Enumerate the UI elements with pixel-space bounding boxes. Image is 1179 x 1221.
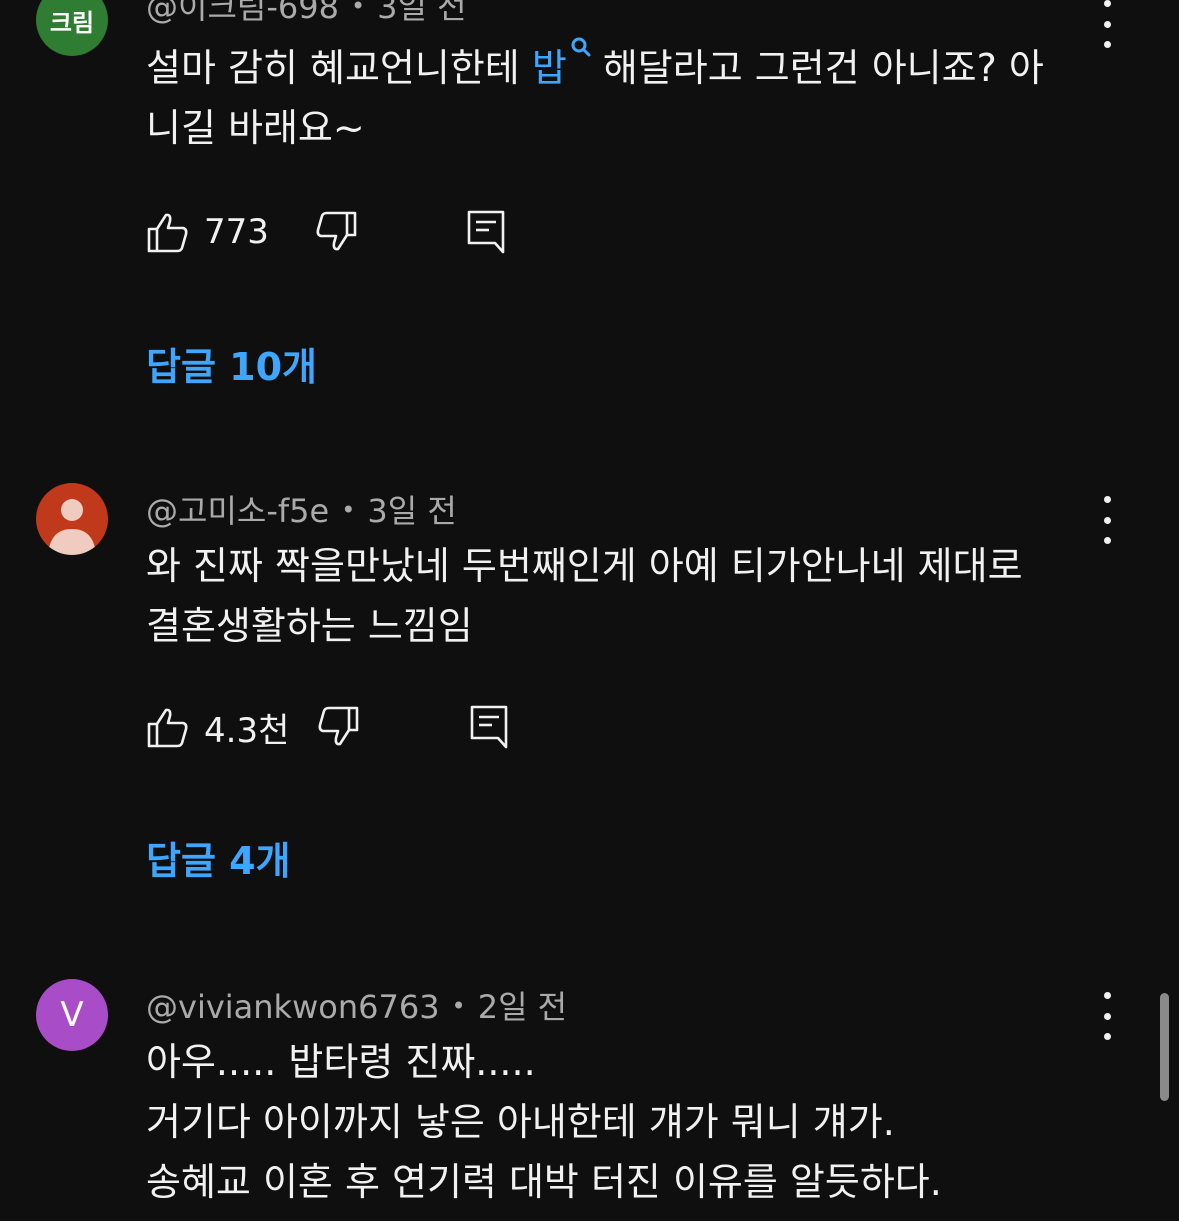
comment-text: 와 진짜 짝을만났네 두번째인게 아예 티가안나네 제대로 결혼생활하는 느낌임 <box>146 536 1086 656</box>
comment-line: 거기다 아이까지 낳은 아내한테 걔가 뭐니 걔가. <box>146 1100 895 1144</box>
like-icon <box>147 708 188 748</box>
like-button[interactable]: 4.3천 <box>146 704 290 751</box>
comment-text-part: 설마 감히 혜교언니한테 <box>146 46 532 90</box>
comment-line: 아우..... 밥타령 진짜..... <box>146 1040 536 1084</box>
more-options-button[interactable] <box>1094 992 1120 1040</box>
comment-text: 설마 감히 혜교언니한테 밥 해달라고 그런건 아니죠? 아 니길 바래요~ <box>146 37 1086 158</box>
dislike-icon <box>316 211 357 251</box>
comment-time[interactable]: 2일 전 <box>478 988 567 1026</box>
reply-button[interactable] <box>469 704 509 750</box>
reply-icon <box>470 705 508 749</box>
comment-line: 와 진짜 짝을만났네 두번째인게 아예 티가안나네 제대로 <box>146 544 1023 588</box>
more-vert-dot <box>1103 1012 1111 1020</box>
reply-icon <box>467 210 505 254</box>
comment-meta: @이크림-698 • 3일 전 <box>146 0 467 28</box>
view-replies-button[interactable]: 답글 4개 <box>146 830 291 885</box>
reply-button[interactable] <box>466 209 506 255</box>
more-options-button[interactable] <box>1094 496 1120 544</box>
dislike-button[interactable] <box>314 209 358 255</box>
more-vert-dot <box>1103 20 1111 28</box>
search-icon <box>571 37 591 57</box>
default-avatar-icon <box>48 499 96 555</box>
comment-line: 송혜교 이혼 후 연기력 대박 터진 이유를 알듯하다. <box>146 1160 942 1204</box>
comment-line: 결혼생활하는 느낌임 <box>146 604 473 648</box>
like-count: 773 <box>204 212 269 252</box>
scrollbar-thumb[interactable] <box>1160 993 1169 1101</box>
author-name[interactable]: @이크림-698 <box>146 0 339 26</box>
more-vert-icon <box>1103 496 1111 503</box>
like-count: 4.3천 <box>204 710 290 751</box>
comment-line: 니길 바래요~ <box>146 106 365 150</box>
more-vert-dot <box>1103 537 1111 544</box>
meta-dot: • <box>341 496 356 524</box>
comment-text: 아우..... 밥타령 진짜..... 거기다 아이까지 낳은 아내한테 걔가 … <box>146 1032 1086 1212</box>
comment-line: 설마 감히 혜교언니한테 밥 해달라고 그런건 아니죠? 아 <box>146 37 1086 98</box>
comment-meta: @viviankwon6763 • 2일 전 <box>146 982 567 1028</box>
comment-time[interactable]: 3일 전 <box>377 0 466 26</box>
like-button[interactable]: 773 <box>146 209 269 255</box>
avatar-ikrim[interactable]: 크림 <box>36 0 108 56</box>
like-icon <box>147 213 188 253</box>
comment-time[interactable]: 3일 전 <box>367 492 456 530</box>
author-name[interactable]: @고미소-f5e <box>146 492 329 530</box>
comment-text-part: 해달라고 그런건 아니죠? 아 <box>602 46 1044 90</box>
more-vert-dot <box>1103 516 1111 524</box>
dislike-button[interactable] <box>316 704 360 750</box>
more-vert-dot <box>1103 1033 1111 1040</box>
more-options-button[interactable] <box>1094 0 1120 48</box>
avatar-label: V <box>60 995 84 1035</box>
more-vert-icon <box>1103 992 1111 999</box>
avatar-viviankwon[interactable]: V <box>36 979 108 1051</box>
avatar-label: 크림 <box>49 8 95 37</box>
comment-meta: @고미소-f5e • 3일 전 <box>146 486 457 532</box>
author-name[interactable]: @viviankwon6763 <box>146 988 440 1026</box>
avatar-gomiso[interactable] <box>36 483 108 555</box>
meta-dot: • <box>451 992 466 1020</box>
search-link[interactable]: 밥 <box>532 46 567 90</box>
meta-dot: • <box>350 0 366 20</box>
dislike-icon <box>318 706 359 746</box>
view-replies-button[interactable]: 답글 10개 <box>146 336 317 391</box>
more-vert-icon <box>1103 0 1111 7</box>
more-vert-dot <box>1103 41 1111 48</box>
